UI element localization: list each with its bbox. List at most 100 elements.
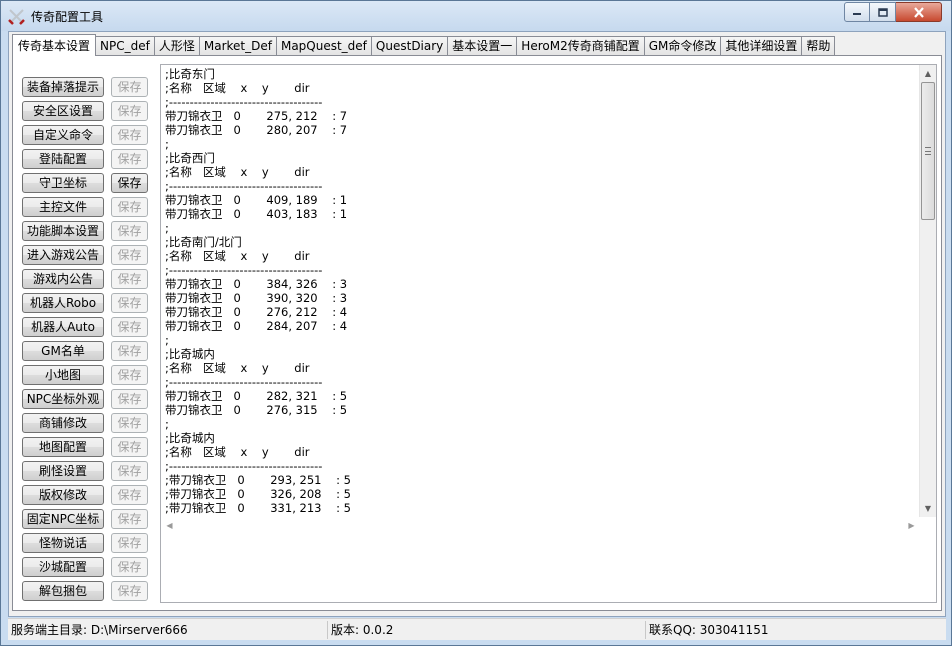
- save-button[interactable]: 保存: [111, 581, 148, 601]
- editor-content[interactable]: ;比奇东门 ;名称 区域 x y dir ;------------------…: [165, 67, 913, 517]
- tab-basic-settings[interactable]: 传奇基本设置: [12, 34, 97, 56]
- monster-spawn-button[interactable]: 刷怪设置: [22, 461, 104, 481]
- save-button[interactable]: 保存: [111, 245, 148, 265]
- side-button-row: 自定义命令 保存: [22, 125, 152, 149]
- main-file-button[interactable]: 主控文件: [22, 197, 104, 217]
- side-button-list: 装备掉落提示 保存 安全区设置 保存 自定义命令 保存 登陆配置 保存 守卫坐标 保存 主…: [22, 77, 152, 605]
- close-button[interactable]: [896, 2, 942, 22]
- tab-herom2-shop[interactable]: HeroM2传奇商铺配置: [516, 36, 645, 56]
- maximize-button[interactable]: [870, 2, 896, 22]
- vertical-scrollbar[interactable]: ▲ ▼: [919, 65, 936, 517]
- side-button-row: 固定NPC坐标 保存: [22, 509, 152, 533]
- side-button-row: 装备掉落提示 保存: [22, 77, 152, 101]
- equip-drop-notice-button[interactable]: 装备掉落提示: [22, 77, 104, 97]
- save-button[interactable]: 保存: [111, 149, 148, 169]
- unpack-pack-button[interactable]: 解包捆包: [22, 581, 104, 601]
- tab-help[interactable]: 帮助: [801, 36, 836, 56]
- app-window: 传奇配置工具 传奇基本设置 NPC_def 人形怪 Market_Def Map…: [0, 0, 952, 646]
- enter-game-notice-button[interactable]: 进入游戏公告: [22, 245, 104, 265]
- side-button-row: 游戏内公告 保存: [22, 269, 152, 293]
- save-button[interactable]: 保存: [111, 173, 148, 193]
- scroll-up-icon[interactable]: ▲: [920, 65, 936, 82]
- save-button[interactable]: 保存: [111, 197, 148, 217]
- castle-config-button[interactable]: 沙城配置: [22, 557, 104, 577]
- minimap-button[interactable]: 小地图: [22, 365, 104, 385]
- scroll-down-icon[interactable]: ▼: [920, 500, 936, 517]
- side-button-row: 刷怪设置 保存: [22, 461, 152, 485]
- tab-gm-commands[interactable]: GM命令修改: [643, 36, 722, 56]
- tab-humanoid-monster[interactable]: 人形怪: [153, 36, 200, 56]
- save-button[interactable]: 保存: [111, 557, 148, 577]
- save-button[interactable]: 保存: [111, 533, 148, 553]
- save-button[interactable]: 保存: [111, 389, 148, 409]
- side-button-row: 进入游戏公告 保存: [22, 245, 152, 269]
- tab-npc-def[interactable]: NPC_def: [95, 36, 155, 56]
- save-button[interactable]: 保存: [111, 293, 148, 313]
- side-button-row: 机器人Auto 保存: [22, 317, 152, 341]
- npc-appearance-button[interactable]: NPC坐标外观: [22, 389, 104, 409]
- tab-other-settings[interactable]: 其他详细设置: [720, 36, 803, 56]
- tab-panel: 装备掉落提示 保存 安全区设置 保存 自定义命令 保存 登陆配置 保存 守卫坐标 保存 主…: [12, 55, 942, 611]
- scroll-thumb[interactable]: [921, 82, 935, 220]
- save-button[interactable]: 保存: [111, 509, 148, 529]
- side-button-row: 怪物说话 保存: [22, 533, 152, 557]
- side-button-row: 商铺修改 保存: [22, 413, 152, 437]
- side-button-row: 版权修改 保存: [22, 485, 152, 509]
- save-button[interactable]: 保存: [111, 365, 148, 385]
- horizontal-scrollbar[interactable]: ◀ ▶: [161, 517, 920, 534]
- side-button-row: 守卫坐标 保存: [22, 173, 152, 197]
- close-icon: [913, 6, 924, 18]
- side-button-row: 小地图 保存: [22, 365, 152, 389]
- side-button-row: 功能脚本设置 保存: [22, 221, 152, 245]
- side-button-row: GM名单 保存: [22, 341, 152, 365]
- tab-bar: 传奇基本设置 NPC_def 人形怪 Market_Def MapQuest_d…: [12, 34, 836, 56]
- tab-basic-settings-one[interactable]: 基本设置一: [447, 36, 518, 56]
- save-button[interactable]: 保存: [111, 437, 148, 457]
- tab-market-def[interactable]: Market_Def: [198, 36, 277, 56]
- copyright-edit-button[interactable]: 版权修改: [22, 485, 104, 505]
- monster-speech-button[interactable]: 怪物说话: [22, 533, 104, 553]
- guard-coords-button[interactable]: 守卫坐标: [22, 173, 104, 193]
- minimize-icon: [853, 13, 861, 15]
- save-button[interactable]: 保存: [111, 125, 148, 145]
- save-button[interactable]: 保存: [111, 413, 148, 433]
- maximize-icon: [877, 7, 888, 17]
- side-button-row: NPC坐标外观 保存: [22, 389, 152, 413]
- custom-command-button[interactable]: 自定义命令: [22, 125, 104, 145]
- save-button[interactable]: 保存: [111, 101, 148, 121]
- side-button-row: 地图配置 保存: [22, 437, 152, 461]
- map-config-button[interactable]: 地图配置: [22, 437, 104, 457]
- title-bar[interactable]: 传奇配置工具: [1, 1, 951, 31]
- login-config-button[interactable]: 登陆配置: [22, 149, 104, 169]
- side-button-row: 解包捆包 保存: [22, 581, 152, 605]
- robot-robo-button[interactable]: 机器人Robo: [22, 293, 104, 313]
- save-button[interactable]: 保存: [111, 221, 148, 241]
- side-button-row: 主控文件 保存: [22, 197, 152, 221]
- minimize-button[interactable]: [844, 2, 870, 22]
- save-button[interactable]: 保存: [111, 485, 148, 505]
- grip-icon: [925, 147, 931, 155]
- save-button[interactable]: 保存: [111, 341, 148, 361]
- save-button[interactable]: 保存: [111, 461, 148, 481]
- gm-list-button[interactable]: GM名单: [22, 341, 104, 361]
- ingame-notice-button[interactable]: 游戏内公告: [22, 269, 104, 289]
- status-root-dir: 服务端主目录: D:\Mirserver666: [8, 621, 328, 639]
- fixed-npc-coords-button[interactable]: 固定NPC坐标: [22, 509, 104, 529]
- window-title: 传奇配置工具: [31, 10, 104, 24]
- robot-auto-button[interactable]: 机器人Auto: [22, 317, 104, 337]
- status-contact: 联系QQ: 303041151: [649, 623, 769, 637]
- save-button[interactable]: 保存: [111, 269, 148, 289]
- status-version: 版本: 0.0.2: [328, 621, 646, 639]
- config-text-editor[interactable]: ;比奇东门 ;名称 区域 x y dir ;------------------…: [160, 64, 937, 603]
- side-button-row: 沙城配置 保存: [22, 557, 152, 581]
- scroll-right-icon[interactable]: ▶: [903, 517, 920, 534]
- function-script-button[interactable]: 功能脚本设置: [22, 221, 104, 241]
- scroll-left-icon[interactable]: ◀: [161, 517, 178, 534]
- save-button[interactable]: 保存: [111, 77, 148, 97]
- save-button[interactable]: 保存: [111, 317, 148, 337]
- client-area: 传奇基本设置 NPC_def 人形怪 Market_Def MapQuest_d…: [8, 31, 946, 617]
- tab-questdiary[interactable]: QuestDiary: [370, 36, 449, 56]
- shop-edit-button[interactable]: 商铺修改: [22, 413, 104, 433]
- tab-mapquest-def[interactable]: MapQuest_def: [275, 36, 372, 56]
- safe-zone-button[interactable]: 安全区设置: [22, 101, 104, 121]
